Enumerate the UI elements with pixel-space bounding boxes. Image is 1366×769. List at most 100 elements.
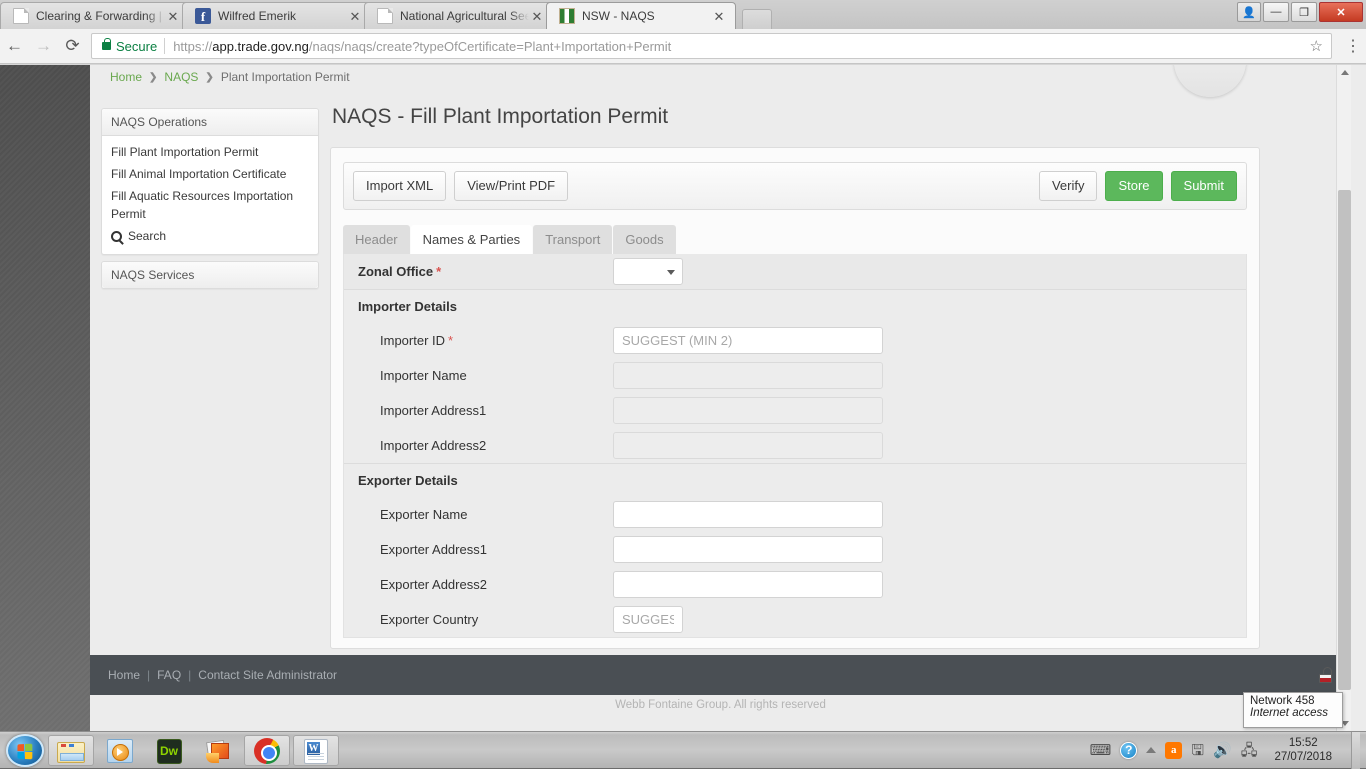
close-button[interactable]: ✕	[1319, 2, 1363, 22]
verify-button[interactable]: Verify	[1038, 171, 1098, 201]
bookmark-star-icon[interactable]: ☆	[1308, 37, 1325, 55]
back-icon[interactable]: ←	[0, 32, 29, 61]
forward-icon[interactable]: →	[29, 32, 58, 61]
sidebar-item-fill-animal-importation-certificate[interactable]: Fill Animal Importation Certificate	[102, 163, 318, 185]
taskbar-photo-viewer[interactable]	[195, 735, 241, 766]
new-tab-button[interactable]	[742, 9, 772, 29]
label-text: Importer ID	[380, 333, 446, 348]
show-desktop-button[interactable]	[1351, 731, 1360, 769]
tab-close-icon[interactable]: ✕	[711, 9, 727, 24]
help-icon[interactable]: ?	[1120, 741, 1138, 759]
exporter-address2-input[interactable]	[613, 571, 883, 598]
breadcrumb-separator-icon: ❯	[149, 71, 158, 83]
exporter-address1-label: Exporter Address1	[380, 542, 487, 557]
scrollbar-thumb[interactable]	[1338, 190, 1351, 690]
import-xml-button[interactable]: Import XML	[353, 171, 447, 201]
url-host: app.trade.gov.ng	[212, 38, 309, 54]
field-row-importer-address1: Importer Address1	[344, 393, 1246, 428]
footer-link-contact-site-administrator[interactable]: Contact Site Administrator	[198, 668, 337, 682]
footer-link-faq[interactable]: FAQ	[157, 668, 181, 682]
sidebar-item-label: Search	[128, 229, 167, 243]
naqs-application-page: Home ❯ NAQS ❯ Plant Importation Permit N…	[90, 65, 1351, 731]
field-row-exporter-country: Exporter Country	[344, 602, 1246, 637]
user-profile-icon[interactable]: 👤	[1237, 2, 1261, 22]
volume-icon[interactable]: 🔊	[1213, 743, 1232, 758]
importer-address1-input[interactable]	[613, 397, 883, 424]
exporter-address1-input[interactable]	[613, 536, 883, 563]
page-viewport: Home ❯ NAQS ❯ Plant Importation Permit N…	[0, 65, 1366, 731]
importer-address1-label: Importer Address1	[380, 403, 487, 418]
browser-tab-3[interactable]: National Agricultural See ✕	[364, 2, 554, 29]
tab-close-icon[interactable]: ✕	[165, 9, 181, 24]
security-label: Secure	[116, 38, 158, 54]
exporter-address2-label: Exporter Address2	[380, 577, 487, 592]
windows-taskbar: Dw W ⌨ ? a 🖫 🔊 🖧 15:52 27/07/2018	[0, 731, 1366, 769]
importer-name-input[interactable]	[613, 362, 883, 389]
browser-tab-4[interactable]: NSW - NAQS ✕	[546, 2, 736, 29]
microsoft-word-icon: W	[304, 738, 328, 764]
address-bar[interactable]: Secure https://app.trade.gov.ng/naqs/naq…	[91, 33, 1332, 59]
header-logo-circle	[1174, 65, 1246, 97]
photo-viewer-icon	[205, 739, 232, 763]
exporter-country-label: Exporter Country	[380, 612, 479, 627]
network-tooltip-line2: Internet access	[1250, 707, 1328, 719]
tab-names-and-parties[interactable]: Names & Parties	[410, 225, 533, 254]
view-print-pdf-button[interactable]: View/Print PDF	[454, 171, 569, 201]
breadcrumb-naqs[interactable]: NAQS	[164, 70, 198, 84]
taskbar-windows-media-player[interactable]	[97, 735, 143, 766]
chrome-menu-icon[interactable]: ⋮	[1340, 36, 1366, 56]
network-icon[interactable]: 🖧	[1241, 743, 1258, 758]
breadcrumb-home[interactable]: Home	[110, 70, 142, 84]
chevron-down-icon	[667, 269, 675, 275]
tab-transport[interactable]: Transport	[533, 225, 613, 254]
taskbar-clock[interactable]: 15:52 27/07/2018	[1266, 736, 1340, 764]
submit-button[interactable]: Submit	[1170, 171, 1237, 201]
exporter-name-label: Exporter Name	[380, 507, 468, 522]
naqs-operations-list: Fill Plant Importation Permit Fill Anima…	[102, 136, 318, 254]
importer-address2-input[interactable]	[613, 432, 883, 459]
importer-id-input[interactable]	[613, 327, 883, 354]
names-and-parties-form: Zonal Office * Importer Details Importer…	[343, 254, 1247, 638]
tab-close-icon[interactable]: ✕	[347, 9, 363, 24]
scroll-up-icon[interactable]	[1337, 65, 1352, 80]
windows-media-player-icon	[107, 739, 133, 763]
exporter-country-input[interactable]	[613, 606, 683, 633]
page-left-background	[0, 65, 90, 731]
sidebar-item-fill-plant-importation-permit[interactable]: Fill Plant Importation Permit	[102, 141, 318, 163]
keyboard-icon[interactable]: ⌨	[1090, 743, 1112, 758]
sidebar-item-fill-aquatic-resources-importation-permit[interactable]: Fill Aquatic Resources Importation Permi…	[102, 185, 318, 225]
tab-header[interactable]: Header	[343, 225, 410, 254]
browser-tab-1[interactable]: Clearing & Forwarding | T ✕	[0, 2, 190, 29]
word-lines	[308, 752, 324, 760]
zonal-office-select[interactable]	[613, 258, 683, 285]
importer-details-heading: Importer Details	[344, 290, 1246, 323]
minimize-button[interactable]: —	[1263, 2, 1289, 22]
field-row-importer-address2: Importer Address2	[344, 428, 1246, 463]
exporter-details-heading: Exporter Details	[344, 464, 1246, 497]
taskbar-dreamweaver[interactable]: Dw	[146, 735, 192, 766]
show-hidden-icons-icon[interactable]	[1146, 747, 1157, 753]
taskbar-windows-explorer[interactable]	[48, 734, 94, 766]
browser-tab-2[interactable]: f Wilfred Emerik ✕	[182, 2, 372, 29]
page-scrollbar[interactable]	[1336, 65, 1351, 731]
field-row-exporter-name: Exporter Name	[344, 497, 1246, 532]
start-orb-icon[interactable]	[6, 733, 44, 767]
footer-link-home[interactable]: Home	[108, 668, 140, 682]
taskbar-google-chrome[interactable]	[244, 734, 290, 766]
tab-goods[interactable]: Goods	[613, 225, 676, 254]
reload-icon[interactable]: ⟳	[58, 32, 87, 61]
exporter-name-input[interactable]	[613, 501, 883, 528]
taskbar-microsoft-word[interactable]: W	[293, 734, 339, 766]
store-button[interactable]: Store	[1105, 171, 1163, 201]
windows-explorer-icon	[57, 741, 85, 763]
required-marker: *	[448, 333, 454, 348]
tab-close-icon[interactable]: ✕	[529, 9, 545, 24]
field-row-zonal-office: Zonal Office *	[344, 254, 1246, 289]
sidebar-item-search[interactable]: Search	[102, 225, 318, 247]
restore-button[interactable]: ❐	[1291, 2, 1317, 22]
field-row-importer-id: Importer ID *	[344, 323, 1246, 358]
naqs-services-panel[interactable]: NAQS Services	[101, 261, 319, 289]
avast-icon[interactable]: a	[1165, 741, 1183, 759]
url-text: https://app.trade.gov.ng/naqs/naqs/creat…	[173, 39, 671, 54]
removable-media-icon[interactable]: 🖫	[1191, 743, 1204, 758]
